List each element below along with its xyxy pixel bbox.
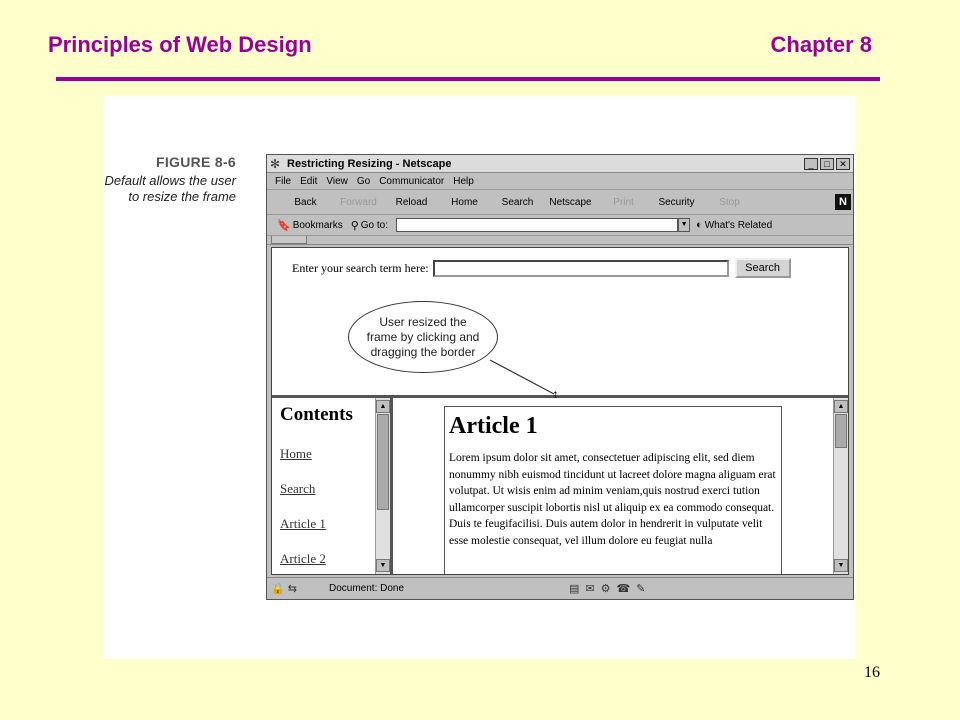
figure-caption-line-2: to resize the frame (128, 189, 236, 204)
stop-button[interactable]: Stop (703, 197, 756, 208)
contents-link-article-2[interactable]: Article 2 (280, 551, 326, 567)
security-lock-icon[interactable]: 🔒 ⇆ (267, 582, 329, 595)
menu-communicator[interactable]: Communicator (379, 176, 444, 187)
scroll-up-arrow-icon[interactable]: ▲ (376, 400, 390, 413)
page-content: Enter your search term here: Search User… (271, 247, 849, 575)
slide-title: Principles of Web Design (48, 32, 312, 57)
search-prompt-label: Enter your search term here: (292, 260, 429, 275)
scroll-down-arrow-icon[interactable]: ▼ (376, 559, 390, 572)
menu-view[interactable]: View (326, 176, 348, 187)
window-title: Restricting Resizing - Netscape (287, 157, 452, 170)
home-button[interactable]: Home (438, 197, 491, 208)
menu-edit[interactable]: Edit (300, 176, 317, 187)
location-toolbar: 🔖 Bookmarks ⚲ Go to: ▼ ◐ What's Related (267, 215, 853, 236)
contents-link-article-1[interactable]: Article 1 (280, 516, 326, 532)
bookmarks-button[interactable]: Bookmarks (293, 220, 343, 231)
browser-window: ✻ Restricting Resizing - Netscape _ □ ✕ … (266, 154, 854, 600)
article-scroll-thumb[interactable] (835, 414, 847, 448)
window-titlebar: ✻ Restricting Resizing - Netscape _ □ ✕ (267, 155, 853, 173)
reload-button[interactable]: Reload (385, 197, 438, 208)
figure-caption-line-1: Default allows the user (104, 173, 236, 188)
title-divider (56, 77, 880, 81)
maximize-button[interactable]: □ (820, 157, 834, 170)
page-number: 16 (864, 664, 880, 681)
component-bar-icons[interactable]: ▤✉⚙☎✎ (569, 582, 651, 595)
menu-file[interactable]: File (275, 176, 291, 187)
article-title: Article 1 (449, 413, 538, 439)
goto-label: Go to: (360, 219, 389, 231)
chapter-label: Chapter 8 (770, 32, 872, 57)
article-box: Article 1 Lorem ipsum dolor sit amet, co… (444, 406, 782, 574)
search-frame: Enter your search term here: Search User… (272, 248, 848, 395)
figure-caption: FIGURE 8-6 Default allows the user to re… (104, 154, 236, 205)
contents-link-home[interactable]: Home (280, 446, 312, 462)
whats-related-icon[interactable]: ◐ (696, 219, 703, 231)
goto-input[interactable] (396, 218, 679, 232)
back-button[interactable]: Back (279, 197, 332, 208)
figure-number: FIGURE 8-6 (155, 154, 236, 170)
scroll-down-arrow-icon[interactable]: ▼ (834, 559, 848, 572)
search-row: Enter your search term here: Search (292, 258, 791, 278)
search-toolbar-button[interactable]: Search (491, 197, 544, 208)
contents-frame: Contents Home Search Article 1 Article 2… (272, 398, 390, 574)
menu-help[interactable]: Help (453, 176, 474, 187)
forward-button[interactable]: Forward (332, 197, 385, 208)
netscape-button[interactable]: Netscape (544, 197, 597, 208)
search-button[interactable]: Search (734, 258, 791, 278)
menu-bar: File Edit View Go Communicator Help (267, 173, 853, 190)
contents-link-search[interactable]: Search (280, 481, 315, 497)
goto-dropdown-button[interactable]: ▼ (678, 218, 691, 232)
navigation-toolbar: Back Forward Reload Home Search Netscape… (267, 190, 853, 215)
article-scrollbar[interactable]: ▲ ▼ (833, 398, 848, 574)
toolbar-collapse-tab[interactable] (271, 236, 307, 244)
page-proxy-icon[interactable]: ⚲ (351, 219, 359, 232)
minimize-button[interactable]: _ (804, 157, 818, 170)
status-bar: 🔒 ⇆ Document: Done ▤✉⚙☎✎ (267, 577, 853, 598)
netscape-logo-icon: N (835, 194, 851, 210)
callout-line-3: dragging the border (370, 344, 476, 359)
annotation-callout: User resized the frame by clicking and d… (348, 301, 498, 373)
security-button[interactable]: Security (650, 197, 703, 208)
search-input[interactable] (432, 259, 729, 277)
contents-scrollbar[interactable]: ▲ ▼ (375, 398, 390, 574)
article-frame: Article 1 Lorem ipsum dolor sit amet, co… (393, 398, 848, 574)
toolbar-collapse-strip (267, 236, 853, 245)
scroll-up-arrow-icon[interactable]: ▲ (834, 400, 848, 413)
status-text: Document: Done (329, 582, 405, 594)
bookmarks-icon[interactable]: 🔖 (277, 219, 291, 232)
print-button[interactable]: Print (597, 197, 650, 208)
callout-line-1: User resized the (379, 314, 467, 329)
close-button[interactable]: ✕ (836, 157, 850, 170)
netscape-app-icon: ✻ (270, 156, 281, 171)
contents-heading: Contents (280, 404, 353, 425)
menu-go[interactable]: Go (357, 176, 370, 187)
contents-scroll-thumb[interactable] (377, 414, 389, 510)
callout-line-2: frame by clicking and (366, 329, 480, 344)
article-body: Lorem ipsum dolor sit amet, consectetuer… (449, 452, 776, 547)
figure-panel: FIGURE 8-6 Default allows the user to re… (104, 96, 856, 659)
whats-related-button[interactable]: What's Related (705, 220, 773, 231)
